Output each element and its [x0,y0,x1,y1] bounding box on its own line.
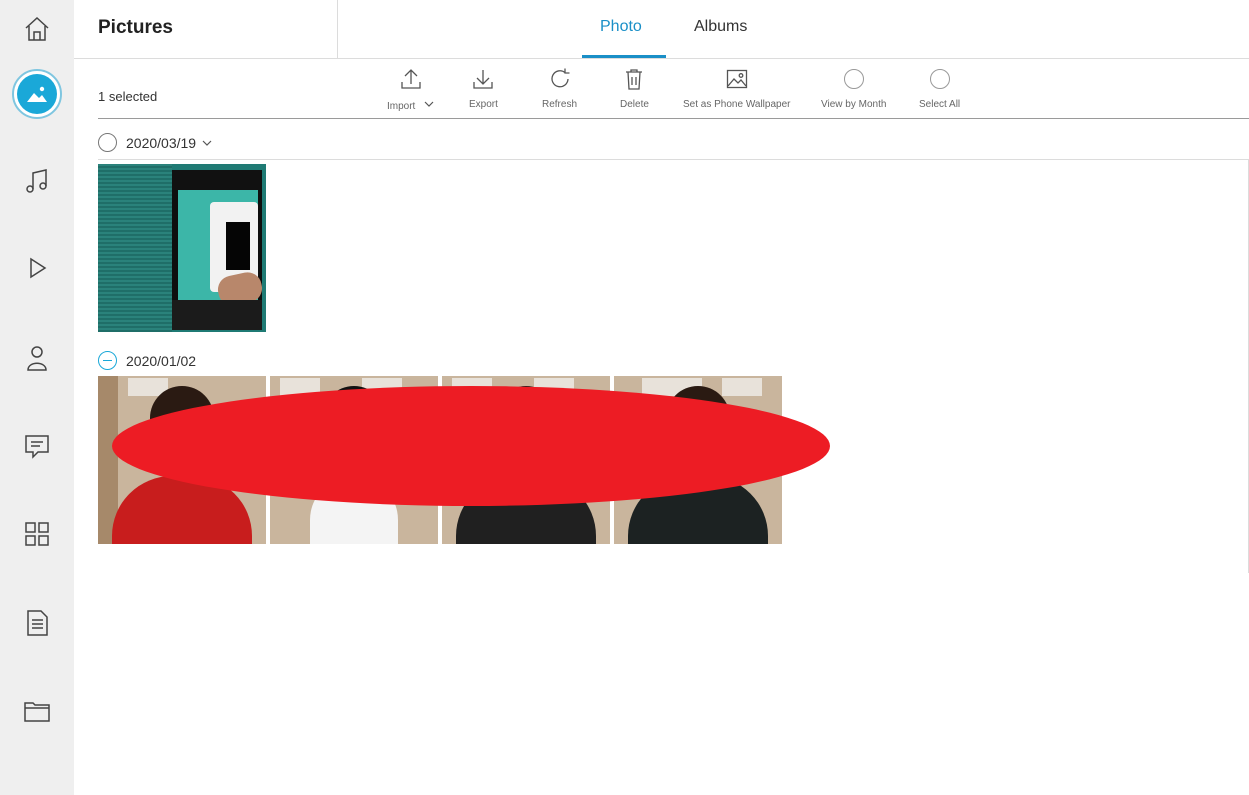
sidebar-item-apps[interactable] [0,506,74,562]
group-date: 2020/01/02 [126,352,197,369]
delete-button[interactable]: Delete [620,67,649,110]
sidebar-item-home[interactable] [0,1,74,57]
set-wallpaper-button[interactable]: Set as Phone Wallpaper [683,67,790,110]
header: Pictures Photo Albums [74,0,1249,59]
refresh-label: Refresh [542,99,578,110]
sidebar-item-files[interactable] [0,683,74,739]
sidebar-item-video[interactable] [0,240,74,296]
sidebar-item-music[interactable] [0,153,74,209]
trash-icon [626,69,643,90]
wallpaper-label: Set as Phone Wallpaper [683,99,791,110]
import-button[interactable]: Import [387,67,434,112]
home-icon [25,16,49,41]
image-icon [726,69,747,89]
message-icon [25,435,49,459]
view-by-month-radio[interactable] [843,69,864,89]
select-all-checkbox[interactable] [929,69,950,89]
page-title: Pictures [98,17,173,38]
active-tab-indicator [582,55,666,58]
person-icon [27,346,47,371]
grid-icon [25,522,49,546]
photo-thumbnail[interactable] [442,376,610,544]
tab-photo[interactable]: Photo [600,18,642,36]
upload-icon [400,69,421,89]
group-date: 2020/03/19 [126,134,197,151]
export-button[interactable]: Export [469,67,498,110]
sidebar-item-pictures[interactable] [0,66,74,122]
sidebar-item-contacts[interactable] [0,330,74,386]
toolbar: 1 selected Import Export Refresh Delete … [98,59,1249,119]
pictures-icon [27,86,47,102]
play-icon [30,257,47,279]
refresh-icon [550,68,569,88]
sidebar-item-messages[interactable] [0,418,74,474]
header-divider [337,0,338,58]
sidebar-item-documents[interactable] [0,595,74,651]
export-label: Export [469,99,498,110]
active-indicator [12,69,62,119]
photo-thumbnail[interactable] [98,164,266,332]
view-by-month-label: View by Month [821,99,887,110]
download-icon [473,70,494,89]
sidebar [0,0,74,795]
group-header-2020-03-19: 2020/03/19 [98,133,212,152]
selected-count: 1 selected [98,89,158,104]
import-label: Import [387,101,416,112]
document-icon [27,610,48,636]
photo-thumbnail[interactable] [614,376,782,544]
delete-label: Delete [620,99,649,110]
group-select-checkbox[interactable] [98,133,117,152]
select-all-button[interactable]: Select All [919,67,960,110]
folder-icon [24,702,50,722]
chevron-down-icon[interactable] [424,99,434,109]
refresh-button[interactable]: Refresh [542,67,577,110]
select-all-label: Select All [919,99,961,110]
tab-albums[interactable]: Albums [694,18,747,36]
view-by-month-button[interactable]: View by Month [821,67,886,110]
photo-thumbnail[interactable] [98,376,266,544]
group-header-2020-01-02: 2020/01/02 [98,351,196,370]
group-select-checkbox[interactable] [98,351,117,370]
music-note-icon [26,169,47,193]
photo-thumbnail[interactable] [270,376,438,544]
chevron-down-icon[interactable] [202,138,212,148]
